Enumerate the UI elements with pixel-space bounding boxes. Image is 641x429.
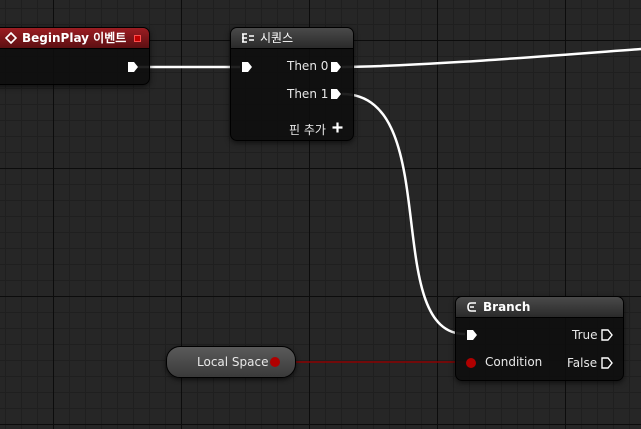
beginplay-node-header[interactable]: BeginPlay 이벤트 xyxy=(0,28,149,49)
branch-node-title: Branch xyxy=(483,300,531,314)
then1-label: Then 1 xyxy=(287,87,329,101)
delegate-square-icon[interactable] xyxy=(134,34,141,42)
branch-icon xyxy=(467,302,476,312)
sequence-node-header[interactable]: 시퀀스 xyxy=(231,28,353,49)
then1-exec-output-pin[interactable] xyxy=(330,88,342,100)
event-diamond-icon xyxy=(5,32,17,44)
sequence-exec-input-pin[interactable] xyxy=(241,61,253,73)
exec-wire-then1-to-branch xyxy=(341,92,466,336)
sequence-node-title: 시퀀스 xyxy=(260,31,294,45)
branch-node-header[interactable]: Branch xyxy=(456,297,623,318)
beginplay-event-node[interactable]: BeginPlay 이벤트 xyxy=(0,27,150,85)
true-exec-output-pin[interactable] xyxy=(601,329,613,341)
sequence-node[interactable]: 시퀀스 Then 0 Then 1 핀 추가 xyxy=(230,27,354,141)
then0-label: Then 0 xyxy=(287,59,329,73)
local-space-output-pin[interactable] xyxy=(270,357,280,367)
add-pin-label[interactable]: 핀 추가 xyxy=(289,121,326,138)
true-label: True xyxy=(572,328,598,342)
condition-input-pin[interactable] xyxy=(466,358,476,368)
add-pin-plus-icon[interactable] xyxy=(332,122,343,133)
condition-label: Condition xyxy=(485,355,543,369)
false-label: False xyxy=(567,356,598,370)
branch-exec-input-pin[interactable] xyxy=(466,329,478,341)
beginplay-exec-output-pin[interactable] xyxy=(127,61,139,73)
local-space-label: Local Space xyxy=(197,355,269,369)
local-space-variable-node[interactable]: Local Space xyxy=(166,346,296,378)
false-exec-output-pin[interactable] xyxy=(601,357,613,369)
then0-exec-output-pin[interactable] xyxy=(330,61,342,73)
exec-wire-then0-out xyxy=(341,47,641,69)
beginplay-node-title: BeginPlay 이벤트 xyxy=(22,31,127,45)
sequence-icon xyxy=(242,33,254,43)
branch-node[interactable]: Branch Condition True False xyxy=(455,296,624,381)
